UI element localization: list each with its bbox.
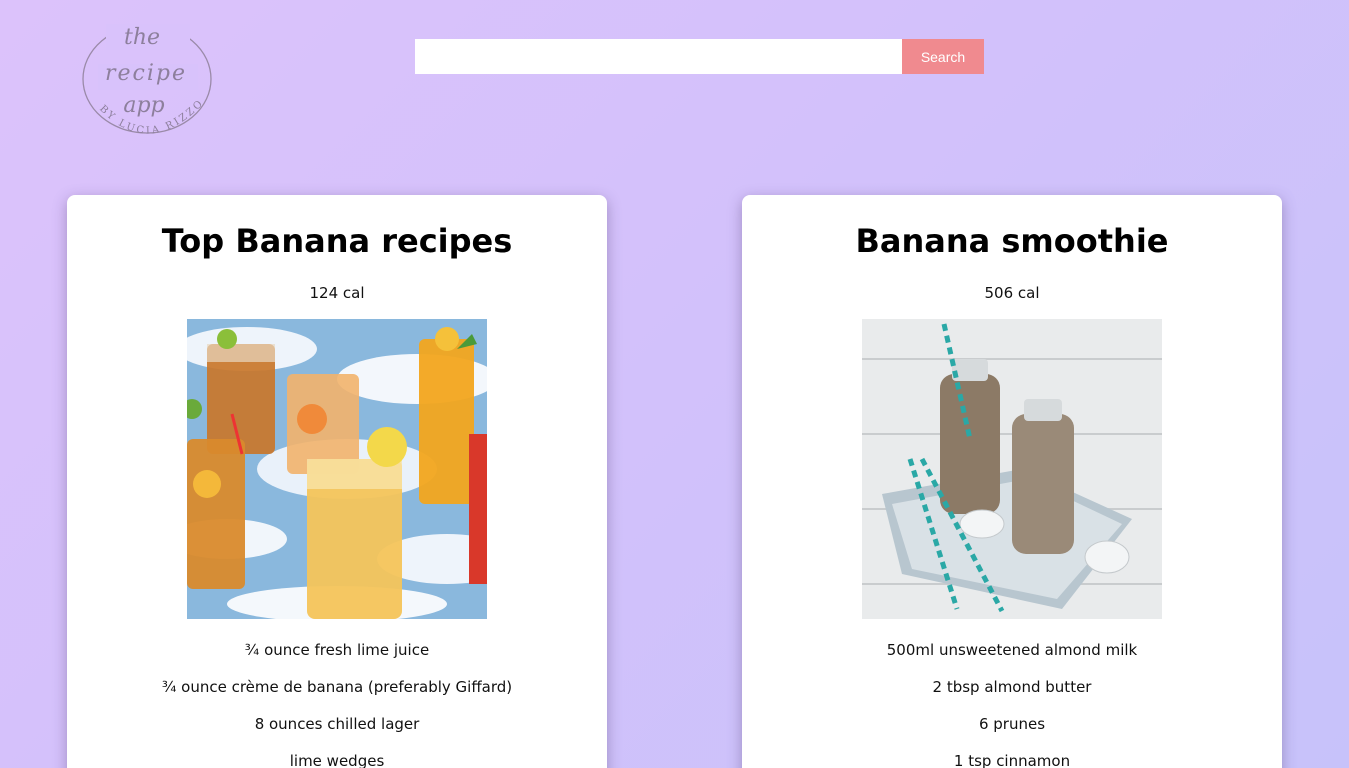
ingredient-item: lime wedges <box>289 752 385 768</box>
recipe-image <box>187 319 487 619</box>
ingredient-item: 2 tbsp almond butter <box>932 678 1092 696</box>
search-form: Search <box>415 39 984 74</box>
ingredient-item: 1 tsp cinnamon <box>953 752 1071 768</box>
logo-line3: app <box>123 93 164 118</box>
ingredient-item: ¾ ounce fresh lime juice <box>244 641 430 659</box>
recipe-calories: 124 cal <box>309 284 365 302</box>
ingredient-item: 8 ounces chilled lager <box>254 715 420 733</box>
ingredient-item: 500ml unsweetened almond milk <box>886 641 1138 659</box>
app-logo: the recipe app BY LUCIA RIZZO <box>78 16 218 146</box>
recipe-card: Top Banana recipes 124 cal ¾ ounce fresh… <box>67 195 607 768</box>
recipe-card: Banana smoothie 506 cal 500ml unsweetene… <box>742 195 1282 768</box>
recipe-image <box>862 319 1162 619</box>
search-input[interactable] <box>415 39 902 74</box>
ingredient-item: 6 prunes <box>978 715 1046 733</box>
recipe-title: Top Banana recipes <box>161 222 513 260</box>
ingredient-item: ¾ ounce crème de banana (preferably Giff… <box>161 678 513 696</box>
logo-line2: recipe <box>105 61 187 86</box>
search-button[interactable]: Search <box>902 39 984 74</box>
recipe-title: Banana smoothie <box>855 222 1169 260</box>
ingredient-list: ¾ ounce fresh lime juice ¾ ounce crème d… <box>67 641 607 768</box>
ingredient-list: 500ml unsweetened almond milk 2 tbsp alm… <box>742 641 1282 768</box>
recipe-calories: 506 cal <box>984 284 1040 302</box>
logo-line1: the <box>124 25 160 50</box>
